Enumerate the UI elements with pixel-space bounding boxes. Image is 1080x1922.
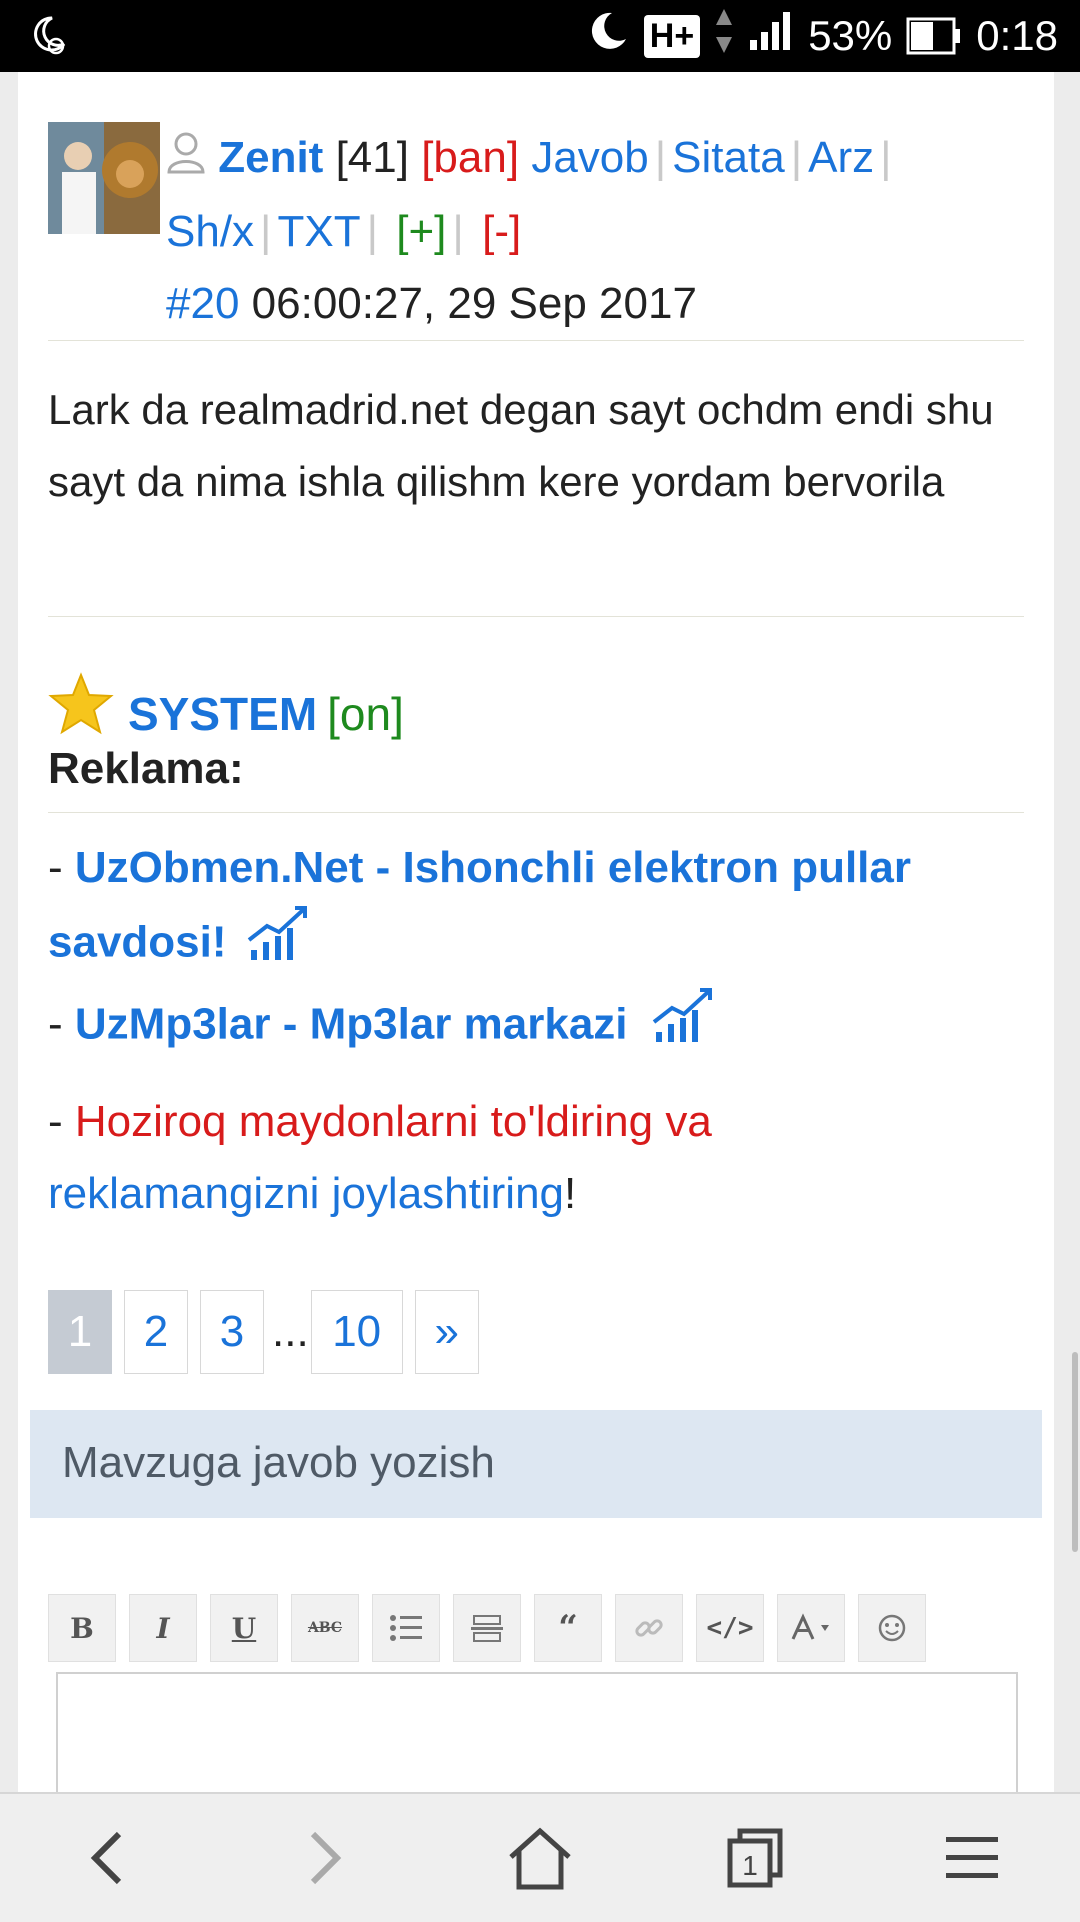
data-arrows-icon [714, 7, 734, 65]
page-last-button[interactable]: 10 [310, 1290, 403, 1374]
strikethrough-button[interactable]: ABC [291, 1594, 359, 1662]
ad-cta-red-link[interactable]: Hoziroq maydonlarni to'ldiring va [75, 1097, 712, 1146]
do-not-disturb-alarm-icon [30, 14, 70, 63]
moon-icon [586, 9, 630, 63]
report-link[interactable]: Arz [808, 133, 874, 182]
status-bar: H+ 53% 0:18 [0, 0, 1080, 72]
quote-link[interactable]: Sitata [672, 133, 785, 182]
forum-page: Zenit [41] [ban] Javob | Sitata | Arz | Sh/x |… [18, 72, 1054, 1792]
post-count: [41] [335, 133, 409, 182]
ads-title: Reklama: [48, 744, 244, 793]
forward-button[interactable] [264, 1808, 384, 1908]
page-scrollbar[interactable] [1072, 1352, 1078, 1552]
online-status: [on] [327, 688, 404, 740]
back-button[interactable] [48, 1808, 168, 1908]
editor-toolbar: B I U ABC “ </> [48, 1594, 926, 1662]
browser-bottom-bar: 1 [0, 1792, 1080, 1922]
link-button[interactable] [615, 1594, 683, 1662]
pagination-ellipsis: ... [272, 1307, 309, 1356]
ad-item: - UzObmen.Net - Ishonchli elektron pulla… [48, 832, 1024, 986]
txt-link[interactable]: TXT [277, 207, 360, 256]
network-type-badge: H+ [643, 14, 701, 58]
text-color-icon [791, 1613, 829, 1640]
underline-button[interactable]: U [210, 1594, 278, 1662]
private-message-link[interactable]: Sh/x [166, 207, 254, 256]
page-3-button[interactable]: 3 [200, 1290, 264, 1374]
separator: | [366, 207, 379, 257]
post-body: Lark da realmadrid.net degan sayt ochdm … [48, 386, 994, 505]
reply-textarea[interactable] [56, 1672, 1018, 1792]
list-icon [390, 1615, 422, 1641]
reply-section-header: Mavzuga javob yozish [30, 1410, 1042, 1518]
separator: | [654, 133, 667, 182]
divider [48, 340, 1024, 341]
ad-prefix: - [48, 999, 75, 1049]
svg-text:1: 1 [742, 1850, 758, 1881]
ban-link[interactable]: [ban] [421, 133, 519, 182]
page-2-button[interactable]: 2 [124, 1290, 188, 1374]
rate-minus-link[interactable]: [-] [482, 207, 521, 256]
reply-link[interactable]: Javob [531, 133, 648, 182]
post-number-link[interactable]: #20 [166, 279, 239, 328]
user-icon [166, 124, 206, 196]
separator: | [790, 133, 803, 182]
separator: | [452, 207, 464, 257]
link-icon [635, 1619, 663, 1637]
ad-link-uzobmen[interactable]: UzObmen.Net - Ishonchli elektron pullar … [48, 843, 911, 967]
list-button[interactable] [372, 1594, 440, 1662]
ad-cta-blue-link[interactable]: reklamangizni joylashtiring [48, 1169, 564, 1218]
ad-prefix: - [48, 1097, 75, 1146]
italic-button[interactable]: I [129, 1594, 197, 1662]
tabs-button[interactable]: 1 [696, 1808, 816, 1908]
next-page-button[interactable]: » [414, 1290, 479, 1374]
separator: | [880, 133, 892, 182]
divider [48, 616, 1024, 617]
ad-cta: - Hoziroq maydonlarni to'ldiring va rekl… [48, 1086, 1024, 1230]
smiley-icon [878, 1614, 906, 1642]
smiley-button[interactable] [858, 1594, 926, 1662]
divider [48, 812, 1024, 813]
battery-icon [906, 17, 962, 55]
ad-link-uzmp3lar[interactable]: UzMp3lar - Mp3lar markazi [75, 1000, 628, 1049]
avatar[interactable] [48, 122, 160, 234]
signal-icon [748, 10, 794, 62]
page-1-button[interactable]: 1 [48, 1290, 112, 1374]
tabs-icon: 1 [727, 1828, 783, 1888]
separator: | [260, 207, 272, 257]
menu-icon [946, 1837, 998, 1878]
rate-plus-link[interactable]: [+] [396, 207, 446, 256]
username-link[interactable]: Zenit [218, 133, 323, 182]
ad-prefix: - [48, 843, 75, 892]
home-icon [509, 1827, 571, 1890]
bold-button[interactable]: B [48, 1594, 116, 1662]
system-username[interactable]: SYSTEM [128, 678, 317, 750]
ad-cta-suffix: ! [564, 1169, 577, 1218]
quote-button[interactable]: “ [534, 1594, 602, 1662]
home-button[interactable] [480, 1808, 600, 1908]
back-arrow-icon [90, 1831, 122, 1885]
ad-item: - UzMp3lar - Mp3lar markazi [48, 986, 1024, 1068]
menu-button[interactable] [912, 1808, 1032, 1908]
battery-percent: 53% [808, 12, 893, 59]
code-button[interactable]: </> [696, 1594, 764, 1662]
pagination: 1 2 3 ... 10 » [48, 1290, 479, 1374]
horizontal-rule-icon [471, 1615, 503, 1642]
clock: 0:18 [976, 12, 1058, 59]
horizontal-rule-button[interactable] [453, 1594, 521, 1662]
chart-up-icon [650, 986, 716, 1068]
forward-arrow-icon [310, 1831, 342, 1885]
post-timestamp: 06:00:27, 29 Sep 2017 [251, 279, 697, 329]
chart-up-icon [245, 904, 311, 986]
ads-list: - UzObmen.Net - Ishonchli elektron pulla… [48, 832, 1024, 1230]
text-color-button[interactable] [777, 1594, 845, 1662]
reply-section-title: Mavzuga javob yozish [62, 1438, 495, 1487]
